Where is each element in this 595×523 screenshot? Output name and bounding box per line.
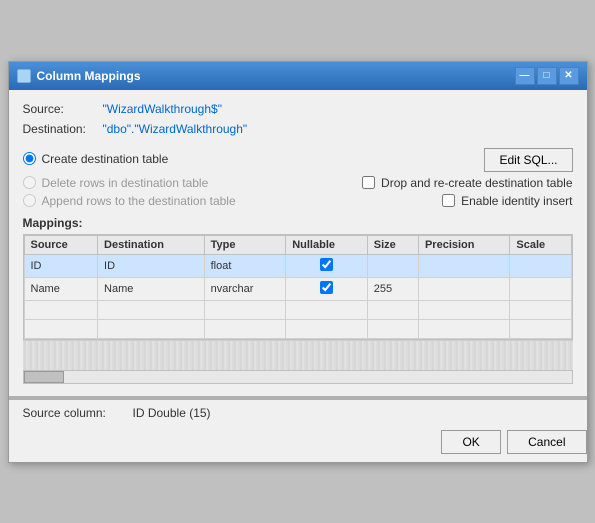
col-header-precision: Precision [418, 235, 509, 254]
delete-rows-label: Delete rows in destination table [42, 176, 209, 190]
delete-rows-radio-row: Delete rows in destination table [23, 176, 209, 190]
ok-button[interactable]: OK [441, 430, 501, 454]
drop-recreate-label: Drop and re-create destination table [381, 176, 572, 190]
create-dest-label: Create destination table [42, 152, 169, 166]
table-row[interactable]: Name Name nvarchar 255 [24, 277, 571, 300]
cell-scale [510, 254, 571, 277]
window-icon [17, 69, 31, 83]
create-dest-row: Create destination table Edit SQL... [23, 146, 573, 172]
drop-recreate-row: Drop and re-create destination table [362, 176, 572, 190]
table-header-row: Source Destination Type Nullable Size Pr… [24, 235, 571, 254]
cell-destination: Name [98, 277, 205, 300]
col-header-source: Source [24, 235, 98, 254]
drop-recreate-checkbox[interactable] [362, 176, 375, 189]
table-row-empty [24, 319, 571, 338]
source-label: Source: [23, 102, 103, 116]
col-header-destination: Destination [98, 235, 205, 254]
source-row: Source: "WizardWalkthrough$" [23, 102, 573, 116]
nullable-checkbox[interactable] [320, 258, 333, 271]
delete-rows-radio[interactable] [23, 176, 36, 189]
enable-identity-label: Enable identity insert [461, 194, 572, 208]
source-column-label: Source column: [23, 406, 123, 420]
main-content: Source: "WizardWalkthrough$" Destination… [9, 90, 587, 396]
table-row-empty [24, 300, 571, 319]
empty-cell [418, 300, 509, 319]
destination-value: "dbo"."WizardWalkthrough" [103, 122, 248, 136]
append-rows-radio-row: Append rows to the destination table [23, 194, 236, 208]
close-button[interactable]: ✕ [559, 67, 579, 85]
append-rows-row: Append rows to the destination table Ena… [23, 194, 573, 208]
minimize-button[interactable]: — [515, 67, 535, 85]
cell-precision [418, 254, 509, 277]
destination-row: Destination: "dbo"."WizardWalkthrough" [23, 122, 573, 136]
empty-cell [24, 319, 98, 338]
edit-sql-button[interactable]: Edit SQL... [484, 148, 572, 172]
options-section: Create destination table Edit SQL... Del… [23, 146, 573, 208]
bottom-padding [9, 454, 587, 462]
cell-source: ID [24, 254, 98, 277]
cell-destination: ID [98, 254, 205, 277]
action-buttons: OK Cancel [9, 426, 587, 454]
nullable-checkbox[interactable] [320, 281, 333, 294]
cell-nullable [286, 277, 368, 300]
source-column-value: ID Double (15) [133, 406, 211, 420]
col-header-scale: Scale [510, 235, 571, 254]
table-body: ID ID float Name Name nvarc [24, 254, 571, 338]
scrollbar-thumb[interactable] [24, 371, 64, 383]
cell-size [367, 254, 418, 277]
cell-source: Name [24, 277, 98, 300]
empty-cell [510, 300, 571, 319]
title-bar: Column Mappings — □ ✕ [9, 62, 587, 90]
column-mappings-window: Column Mappings — □ ✕ Source: "WizardWal… [8, 61, 588, 463]
destination-label: Destination: [23, 122, 103, 136]
mappings-table: Source Destination Type Nullable Size Pr… [24, 235, 572, 339]
empty-cell [367, 300, 418, 319]
empty-cell [510, 319, 571, 338]
bottom-panel: Source column: ID Double (15) OK Cancel [9, 396, 587, 462]
empty-cell [24, 300, 98, 319]
mappings-label: Mappings: [23, 216, 573, 230]
empty-cell [418, 319, 509, 338]
append-rows-label: Append rows to the destination table [42, 194, 236, 208]
empty-cell [204, 319, 286, 338]
enable-identity-checkbox[interactable] [442, 194, 455, 207]
empty-cell [98, 300, 205, 319]
cell-precision [418, 277, 509, 300]
empty-cell [286, 300, 368, 319]
wave-decoration [23, 340, 573, 370]
cell-nullable [286, 254, 368, 277]
window-title: Column Mappings [37, 69, 509, 83]
source-value: "WizardWalkthrough$" [103, 102, 222, 116]
empty-cell [286, 319, 368, 338]
col-header-nullable: Nullable [286, 235, 368, 254]
cell-size: 255 [367, 277, 418, 300]
cancel-button[interactable]: Cancel [507, 430, 586, 454]
horizontal-scrollbar[interactable] [23, 370, 573, 384]
cell-scale [510, 277, 571, 300]
append-rows-radio[interactable] [23, 194, 36, 207]
delete-rows-row: Delete rows in destination table Drop an… [23, 176, 573, 190]
table-header: Source Destination Type Nullable Size Pr… [24, 235, 571, 254]
col-header-size: Size [367, 235, 418, 254]
cell-type: nvarchar [204, 277, 286, 300]
empty-cell [204, 300, 286, 319]
empty-cell [98, 319, 205, 338]
create-dest-left: Create destination table [23, 152, 169, 166]
empty-cell [367, 319, 418, 338]
table-row[interactable]: ID ID float [24, 254, 571, 277]
mappings-table-container: Source Destination Type Nullable Size Pr… [23, 234, 573, 340]
maximize-button[interactable]: □ [537, 67, 557, 85]
source-column-section: Source column: ID Double (15) [9, 398, 587, 426]
create-dest-radio[interactable] [23, 152, 36, 165]
enable-identity-row: Enable identity insert [442, 194, 572, 208]
title-bar-controls: — □ ✕ [515, 67, 579, 85]
cell-type: float [204, 254, 286, 277]
col-header-type: Type [204, 235, 286, 254]
